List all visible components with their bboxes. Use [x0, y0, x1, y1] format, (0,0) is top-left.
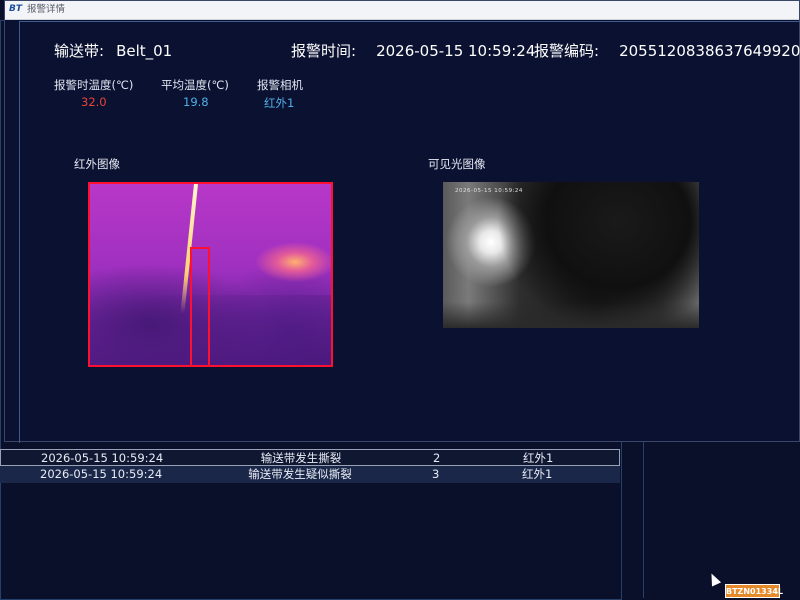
- avg-temp-value: 19.8: [183, 95, 209, 109]
- belt-info: 输送带: Belt_01: [54, 40, 172, 61]
- infrared-shade: [90, 295, 331, 365]
- belt-label: 输送带:: [54, 42, 105, 60]
- alarm-camera-value: 红外1: [264, 96, 295, 110]
- belt-value: Belt_01: [116, 42, 173, 60]
- camera-osd-timestamp: 2026-05-15 10:59:24: [455, 188, 523, 194]
- row-camera: 红外1: [523, 451, 554, 465]
- visible-light-image[interactable]: 2026-05-15 10:59:24: [443, 182, 699, 328]
- row-camera: 红外1: [522, 467, 553, 481]
- alarm-code-info: 报警编码: 2055120838637649920: [534, 40, 800, 61]
- row-level: 3: [432, 467, 440, 481]
- dialog-title: 报警详情: [27, 4, 66, 15]
- row-time: 2026-05-15 10:59:24: [41, 451, 164, 465]
- alarm-time-info: 报警时间: 2026-05-15 10:59:24: [291, 40, 535, 61]
- visible-image-label: 可见光图像: [428, 157, 486, 171]
- alarm-code-label: 报警编码:: [534, 42, 600, 60]
- table-row[interactable]: 2026-05-15 10:59:24 输送带发生撕裂 2 红外1: [0, 449, 620, 466]
- visible-floor: [443, 302, 699, 328]
- alarm-temp-label: 报警时温度(℃): [54, 78, 134, 92]
- alarm-time-value: 2026-05-15 10:59:24: [376, 42, 536, 60]
- tear-detection-box: [190, 247, 210, 365]
- alarm-camera-label: 报警相机: [257, 78, 303, 92]
- alarm-time-label: 报警时间:: [291, 42, 357, 60]
- row-time: 2026-05-15 10:59:24: [40, 467, 163, 481]
- side-panel: [643, 440, 800, 598]
- table-row[interactable]: 2026-05-15 10:59:24 输送带发生疑似撕裂 3 红外1: [0, 466, 620, 483]
- app-logo: BT: [9, 4, 22, 14]
- dialog-titlebar[interactable]: BT 报警详情: [5, 1, 799, 20]
- avg-temp-label: 平均温度(℃): [161, 78, 229, 92]
- row-level: 2: [433, 451, 441, 465]
- alarm-temp-value: 32.0: [81, 95, 107, 109]
- watermark-badge: BTZN01334L: [725, 584, 783, 598]
- row-event: 输送带发生撕裂: [260, 451, 342, 465]
- row-event: 输送带发生疑似撕裂: [248, 467, 352, 481]
- infrared-image-label: 红外图像: [74, 157, 120, 171]
- alarm-code-value: 2055120838637649920: [619, 42, 800, 60]
- infrared-image[interactable]: [88, 182, 333, 367]
